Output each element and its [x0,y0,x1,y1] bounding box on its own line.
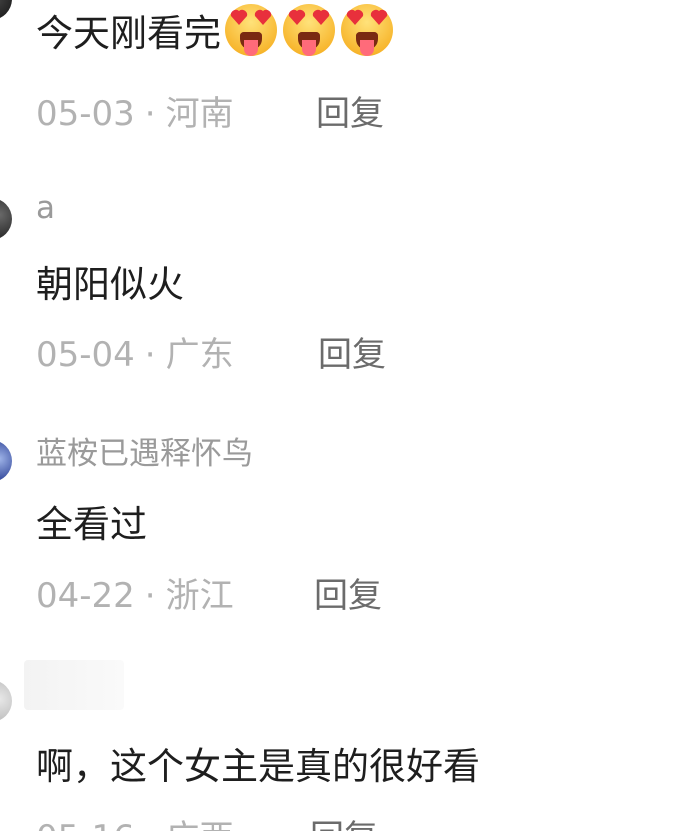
meta-separator: · [144,576,156,616]
comment-meta: 04-22 · 浙江 [36,568,234,617]
comment-text: 啊，这个女主是真的很好看 [36,736,480,790]
comment-text-content: 啊，这个女主是真的很好看 [36,745,480,788]
comment-text: 朝阳似火 [36,254,184,308]
comment-text: 全看过 [36,494,147,548]
comment-text-content: 今天刚看完 [36,12,221,55]
heart-eyes-emoji-icon [339,2,395,58]
comment-meta: 05-04 · 广东 [36,327,234,376]
comment-list: 今天刚看完 05-03·河南 回复 a 朝阳似火 05-04·广东 回复 [0,0,680,831]
meta-separator: · [144,94,156,134]
comment-date: 05-03 [36,94,135,134]
reply-button[interactable]: 回复 [314,568,382,617]
comment-username-redacted [24,660,124,710]
meta-separator: · [144,335,156,375]
avatar[interactable] [0,680,12,722]
reply-button[interactable]: 回复 [318,327,386,376]
comment-username[interactable]: a [36,190,55,226]
heart-eyes-emoji-icon [223,2,279,58]
meta-separator: · [135,818,166,831]
comment-meta: 05-16·广西 [36,810,234,831]
avatar[interactable] [0,440,12,482]
comment-date: 05-16 [36,818,135,831]
avatar[interactable] [0,0,12,20]
comment-region: 广东 [165,335,234,375]
heart-eyes-emoji-icon [281,2,337,58]
comment-date: 04-22 [36,576,135,616]
comment-username[interactable]: 蓝桉已遇释怀鸟 [36,428,253,473]
comment-text-content: 全看过 [36,503,147,546]
comment-region: 河南 [165,94,234,134]
reply-button[interactable]: 回复 [310,810,378,831]
reply-button[interactable]: 回复 [316,86,384,135]
comment-region: 广西 [166,818,234,831]
comment-region: 浙江 [165,576,234,616]
comment-meta: 05-03 · 河南 [36,86,234,135]
avatar[interactable] [0,198,12,240]
comment-date: 05-04 [36,335,135,375]
comment-text: 今天刚看完 [36,2,395,58]
comment-text-content: 朝阳似火 [36,263,184,306]
